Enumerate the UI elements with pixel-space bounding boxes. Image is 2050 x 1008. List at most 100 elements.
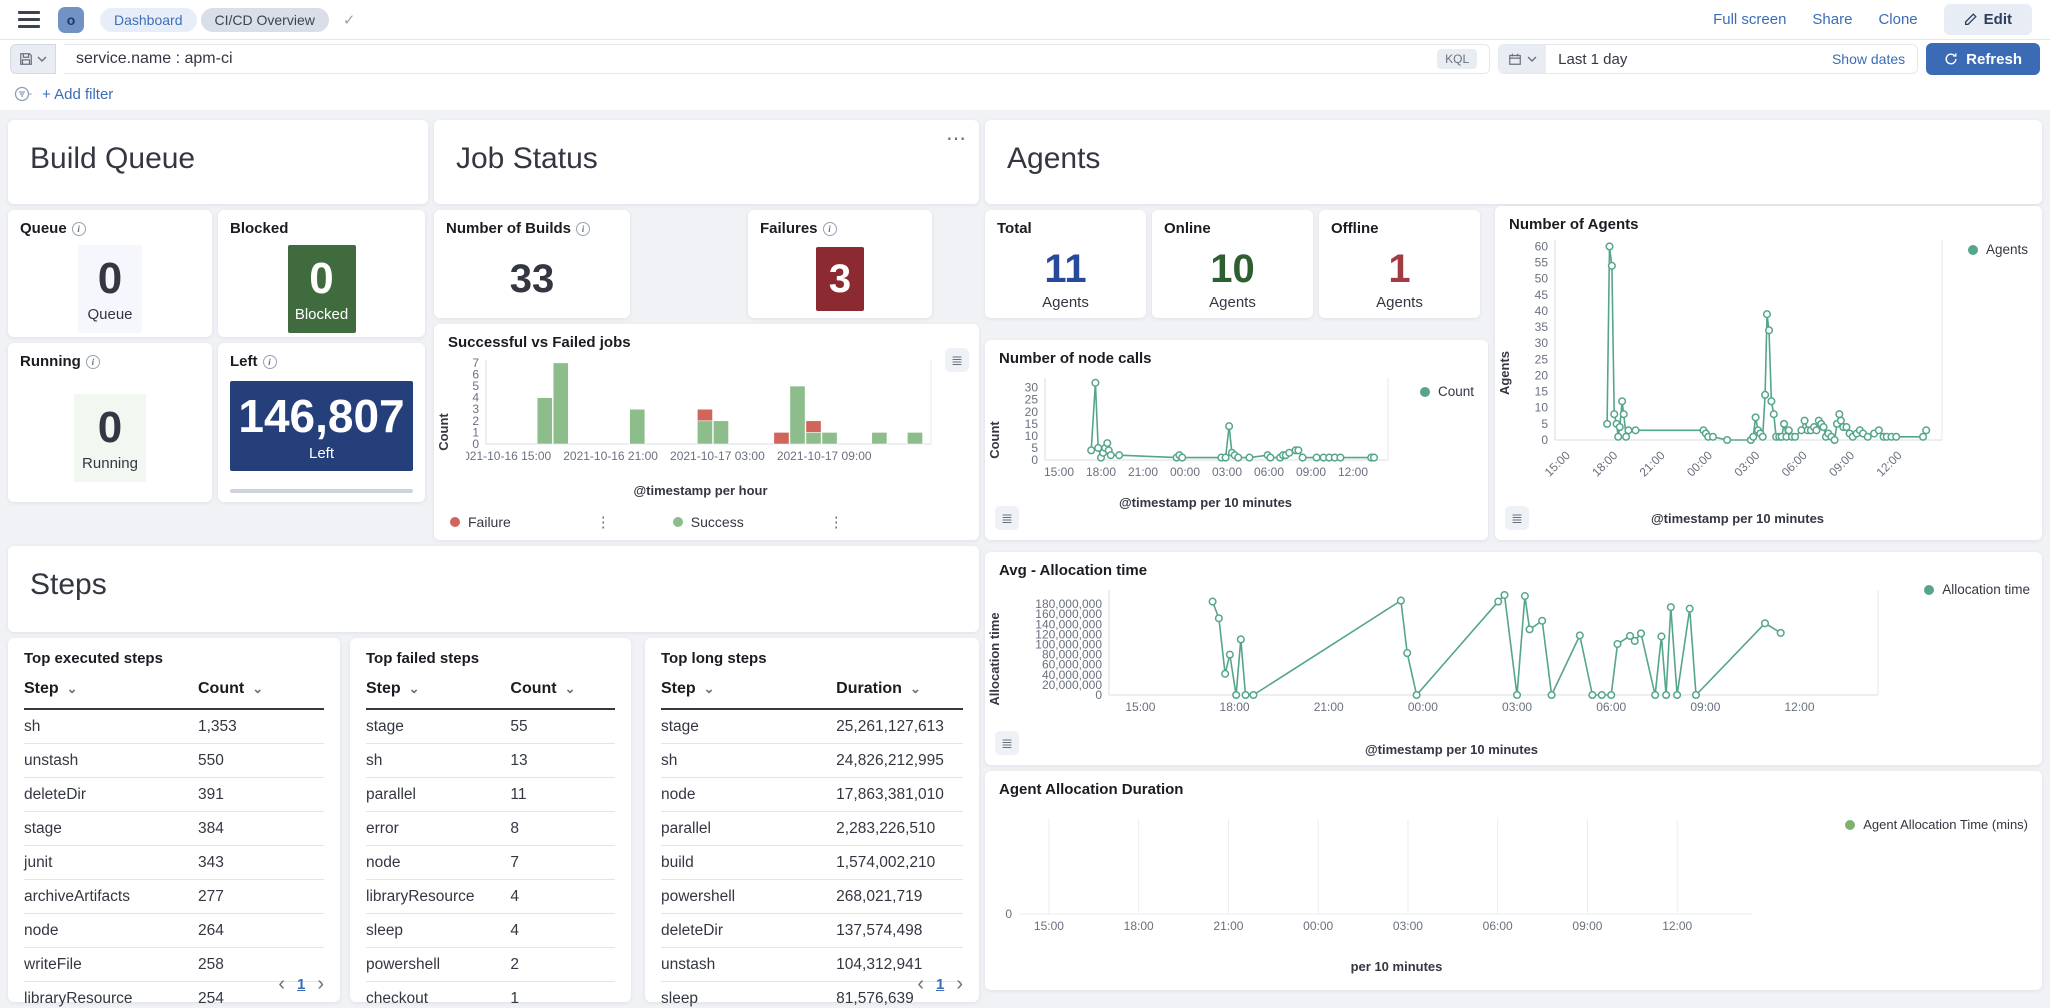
breadcrumb-dashboard[interactable]: Dashboard [100,8,197,32]
cell-value: 264 [198,914,324,948]
table-row: stage384 [24,812,324,846]
info-icon[interactable]: i [72,222,86,236]
kql-query-input[interactable]: service.name : apm-ci KQL [64,44,1490,74]
filter-row: + Add filter [0,78,2050,110]
svg-text:15:00: 15:00 [1044,465,1074,479]
info-icon[interactable]: i [86,355,100,369]
metric-value: 0 [98,254,122,304]
calendar-icon [1508,52,1522,66]
column-header-count[interactable]: Count⌄ [198,671,324,709]
bar-chart-plot: 012345672021-10-16 15:002021-10-16 21:00… [466,354,935,466]
previous-page-icon[interactable]: ‹ [917,974,924,994]
y-axis-label: Agents [1497,351,1512,395]
column-header-duration[interactable]: Duration⌄ [836,671,963,709]
svg-text:06:00: 06:00 [1254,465,1284,479]
cell-value: 2,283,226,510 [836,812,963,846]
query-bar: service.name : apm-ci KQL Last 1 day Sho… [0,40,2050,78]
svg-text:2021-10-16 21:00: 2021-10-16 21:00 [563,449,658,463]
cell-step-name: unstash [661,948,836,982]
svg-text:09:00: 09:00 [1296,465,1326,479]
panel-metric-online-agents: Online 10Agents [1152,210,1313,318]
info-icon[interactable]: i [823,222,837,236]
next-page-icon[interactable]: › [317,974,324,994]
chart-title: Number of node calls [999,350,1152,367]
svg-text:0: 0 [1005,907,1012,921]
add-filter-link[interactable]: + Add filter [42,86,113,103]
filter-options-icon[interactable] [14,85,32,103]
legend-toggle-icon[interactable] [945,348,969,372]
info-icon[interactable]: i [576,222,590,236]
menu-icon[interactable] [18,11,40,28]
cell-step-name: junit [24,846,198,880]
cell-step-name: node [366,846,510,880]
table-row: node264 [24,914,324,948]
chart-legend: Failure ⋮ Success ⋮ [450,513,844,531]
panel-options-icon[interactable]: ⋯ [946,126,967,151]
saved-query-menu-button[interactable] [10,44,56,74]
legend-actions-icon[interactable]: ⋮ [829,513,844,531]
svg-text:5: 5 [1541,417,1548,431]
legend-item-success[interactable]: Success [673,514,744,530]
cell-value: 8 [510,812,615,846]
query-language-badge[interactable]: KQL [1437,49,1477,69]
edit-button[interactable]: Edit [1944,4,2032,35]
panel-metric-blocked: Blocked 0Blocked [218,210,425,337]
time-range-value[interactable]: Last 1 day [1546,51,1832,68]
cell-step-name: node [24,914,198,948]
table-row: deleteDir391 [24,778,324,812]
column-header-step[interactable]: Step⌄ [661,671,836,709]
panel-metric-total-agents: Total 11Agents [985,210,1146,318]
page-number[interactable]: 1 [297,976,305,993]
sort-chevron-icon: ⌄ [910,681,921,696]
table-row: build1,574,002,210 [661,846,963,880]
chart-legend[interactable]: Allocation time [1924,582,2030,597]
next-page-icon[interactable]: › [956,974,963,994]
sort-chevron-icon: ⌄ [67,681,78,696]
panel-steps-title: Steps [8,546,979,632]
sort-chevron-icon: ⌄ [565,681,576,696]
edit-button-label: Edit [1984,11,2012,28]
svg-text:30: 30 [1535,336,1549,350]
saved-check-icon: ✓ [343,11,356,29]
pagination: ‹ 1 › [917,974,963,994]
legend-item-failure[interactable]: Failure [450,514,511,530]
top-long-steps-table: Step⌄Duration⌄stage25,261,127,613sh24,82… [661,671,963,1008]
section-title-job-status: Job Status [434,120,979,198]
table-row: powershell268,021,719 [661,880,963,914]
legend-toggle-icon[interactable] [995,506,1019,530]
y-axis-label: Count [987,421,1002,459]
clone-link[interactable]: Clone [1878,11,1917,28]
cell-value: 391 [198,778,324,812]
page-number[interactable]: 1 [936,976,944,993]
previous-page-icon[interactable]: ‹ [278,974,285,994]
refresh-button[interactable]: Refresh [1926,43,2040,75]
section-title-agents: Agents [985,120,2042,198]
table-row: sleep4 [366,914,615,948]
metric-title: Number of Builds [446,220,571,237]
line-chart-plot: 05101520253015:0018:0021:0000:0003:0006:… [1019,370,1392,482]
svg-text:0: 0 [1541,433,1548,447]
chart-legend[interactable]: Agents [1968,242,2028,257]
svg-text:180,000,000: 180,000,000 [1035,597,1102,611]
full-screen-link[interactable]: Full screen [1713,11,1786,28]
legend-actions-icon[interactable]: ⋮ [596,513,611,531]
panel-successful-vs-failed-jobs: Successful vs Failed jobs Count 01234567… [434,324,979,540]
svg-text:45: 45 [1535,288,1549,302]
dashboard-canvas: Build Queue Job Status ⋯ Agents Queuei 0… [0,110,2050,1008]
space-avatar[interactable]: o [58,7,84,33]
column-header-step[interactable]: Step⌄ [24,671,198,709]
column-header-count[interactable]: Count⌄ [510,671,615,709]
metric-value: 10 [1210,247,1255,292]
chart-legend[interactable]: Count [1420,384,1474,399]
column-header-step[interactable]: Step⌄ [366,671,510,709]
cell-value: 11 [510,778,615,812]
legend-toggle-icon[interactable] [995,731,1019,755]
info-icon[interactable]: i [263,355,277,369]
chart-legend[interactable]: Agent Allocation Time (mins) [1845,817,2028,832]
legend-toggle-icon[interactable] [1505,506,1529,530]
calendar-menu-button[interactable] [1499,45,1546,73]
share-link[interactable]: Share [1812,11,1852,28]
show-dates-link[interactable]: Show dates [1832,51,1917,67]
svg-text:25: 25 [1025,393,1039,407]
cell-step-name: sleep [661,982,836,1008]
